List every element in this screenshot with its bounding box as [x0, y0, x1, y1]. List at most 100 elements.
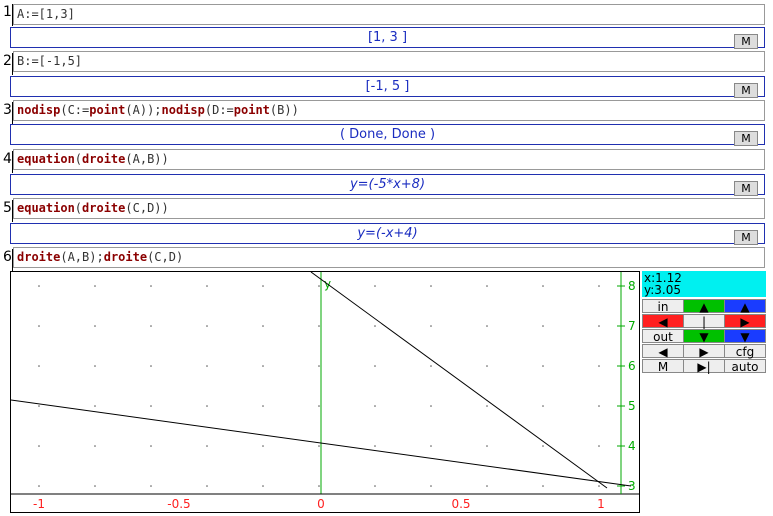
keyword: droite — [17, 250, 61, 264]
grid-dot — [94, 365, 96, 367]
keyword: equation — [17, 201, 75, 215]
level-number: 3 — [0, 102, 13, 124]
keyword: point — [233, 103, 270, 117]
grid-dot — [206, 325, 208, 327]
code-text: (A,B); — [60, 250, 104, 264]
grid-dot — [206, 445, 208, 447]
level-5: 5 equation(droite(C,D)) y=(-x+4) M — [0, 198, 773, 246]
code-text: (C:= — [60, 103, 90, 117]
center-bar-button[interactable]: | — [683, 314, 725, 329]
graph-canvas[interactable]: y 876543 -1-0.500.51 — [10, 271, 640, 513]
code-text: (C,D) — [147, 250, 184, 264]
grid-dot — [94, 405, 96, 407]
m-button[interactable]: M — [734, 230, 758, 245]
m-button[interactable]: M — [734, 131, 758, 146]
grid-dot — [486, 325, 488, 327]
grid-dot — [262, 325, 264, 327]
grid-dot — [430, 485, 432, 487]
command-input[interactable]: equation(droite(C,D)) — [13, 198, 765, 219]
grid-dot — [486, 405, 488, 407]
code-text: (C,D)) — [125, 201, 169, 215]
code-text: (A)); — [125, 103, 162, 117]
down-arrow-blue-icon[interactable]: ▼ — [724, 329, 766, 344]
code-text: ( — [74, 152, 83, 166]
left-arrow-red-icon[interactable]: ◀ — [642, 314, 684, 329]
command-output: ( Done, Done ) M — [10, 124, 765, 146]
grid-dot — [486, 485, 488, 487]
grid-dot — [542, 405, 544, 407]
coordinate-readout: x:1.12 y:3.05 — [642, 271, 766, 297]
grid-dot — [318, 445, 320, 447]
command-output: [-1, 5 ] M — [10, 76, 765, 98]
right-arrow-icon[interactable]: ▶ — [683, 344, 725, 359]
zoom-in-button[interactable]: in — [642, 299, 684, 314]
auto-button[interactable]: auto — [724, 359, 766, 374]
right-arrow-red-icon[interactable]: ▶ — [724, 314, 766, 329]
grid-dot — [150, 485, 152, 487]
keyword: droite — [103, 250, 148, 264]
grid-dot — [150, 325, 152, 327]
level-number: 2 — [0, 53, 13, 75]
grid-dot — [150, 365, 152, 367]
level-number: 1 — [0, 4, 13, 26]
y-tick-label: 6 — [628, 359, 636, 373]
grid-dot — [486, 285, 488, 287]
grid-dot — [430, 325, 432, 327]
config-button[interactable]: cfg — [724, 344, 766, 359]
x-tick-label: 0.5 — [451, 497, 470, 511]
grid-dot — [262, 485, 264, 487]
grid-dot — [94, 325, 96, 327]
up-arrow-icon[interactable]: ▲ — [683, 299, 725, 314]
grid-dot — [486, 445, 488, 447]
grid-dot — [94, 485, 96, 487]
grid-dot — [38, 445, 40, 447]
command-output: y=(-x+4) M — [10, 223, 765, 245]
m-button[interactable]: M — [734, 181, 758, 196]
keyword: nodisp — [17, 103, 61, 117]
grid-dot — [598, 405, 600, 407]
grid-dot — [206, 365, 208, 367]
grid-dot — [150, 405, 152, 407]
command-output: y=(-5*x+8) M — [10, 174, 765, 196]
y-tick-label: 8 — [628, 279, 636, 293]
x-tick-label: 1 — [597, 497, 605, 511]
grid-dot — [318, 285, 320, 287]
output-text: y=(-5*x+8) — [349, 177, 426, 192]
grid-dot — [374, 325, 376, 327]
grid-dot — [374, 365, 376, 367]
command-input[interactable]: nodisp(C:=point(A));nodisp(D:=point(B)) — [13, 100, 765, 121]
down-arrow-icon[interactable]: ▼ — [683, 329, 725, 344]
grid-dot — [318, 405, 320, 407]
grid-dot — [430, 405, 432, 407]
code-text: (B)) — [269, 103, 299, 117]
command-input[interactable]: equation(droite(A,B)) — [13, 149, 765, 170]
grid-dot — [374, 485, 376, 487]
grid-dot — [206, 405, 208, 407]
graph-svg[interactable]: y 876543 -1-0.500.51 — [10, 271, 639, 512]
code-text: (A,B)) — [125, 152, 169, 166]
command-input[interactable]: A:=[1,3] — [13, 4, 765, 25]
x-tick-label: -0.5 — [167, 497, 190, 511]
grid-dot — [38, 325, 40, 327]
command-input[interactable]: B:=[-1,5] — [13, 51, 765, 72]
zoom-out-button[interactable]: out — [642, 329, 684, 344]
grid-dot — [542, 485, 544, 487]
grid-dot — [542, 445, 544, 447]
m-button[interactable]: M — [734, 83, 758, 98]
grid-dots — [38, 285, 600, 487]
grid-dot — [38, 485, 40, 487]
grid-dot — [206, 285, 208, 287]
code-text: (D:= — [204, 103, 234, 117]
grid-dot — [94, 285, 96, 287]
x-tick-labels: -1 -0.5 0 0.5 1 — [33, 497, 605, 511]
grid-dot — [598, 445, 600, 447]
command-input[interactable]: droite(A,B);droite(C,D) — [13, 247, 765, 268]
grid-dot — [318, 365, 320, 367]
step-forward-icon[interactable]: ▶| — [683, 359, 725, 374]
left-arrow-icon[interactable]: ◀ — [642, 344, 684, 359]
m-button[interactable]: M — [734, 34, 758, 49]
grid-dot — [38, 405, 40, 407]
m-button[interactable]: M — [642, 359, 684, 374]
up-arrow-blue-icon[interactable]: ▲ — [724, 299, 766, 314]
y-tick-label: 7 — [628, 319, 636, 333]
